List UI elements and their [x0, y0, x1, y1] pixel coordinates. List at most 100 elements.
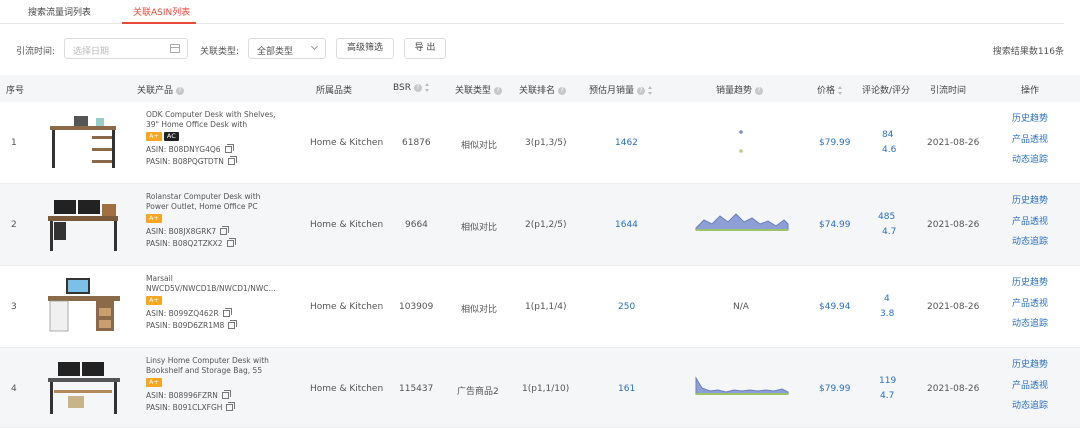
product-info: Linsy Home Computer Desk with Bookshelf …: [146, 356, 281, 412]
sort-icon[interactable]: [424, 83, 430, 92]
col-time-label: 引流时间: [930, 86, 967, 96]
table-row: 4 Linsy Home Computer Desk with Bookshel…: [0, 348, 1080, 428]
dynamic-tracking-link[interactable]: 动态追踪: [1012, 155, 1062, 165]
col-monthly-sales-label: 预估月销量: [589, 86, 635, 96]
product-image[interactable]: [44, 192, 124, 256]
pasin-line: PASIN: B09D6ZR1M8: [146, 320, 281, 330]
category: Home & Kitchen: [310, 384, 384, 394]
referral-time: 2021-08-26: [927, 220, 980, 230]
rel-type: 相似对比: [461, 223, 498, 233]
help-icon[interactable]: ?: [176, 86, 185, 95]
pasin-text: PASIN: B09D6ZR1M8: [146, 321, 225, 330]
col-price[interactable]: 价格: [817, 83, 843, 96]
copy-icon[interactable]: [220, 226, 230, 235]
asin-text: ASIN: B08DNYG4Q6: [146, 145, 221, 154]
product-title[interactable]: Rolanstar Computer Desk with Power Outle…: [146, 192, 278, 212]
table-row: 2 Rolanstar Computer Desk with Power Out…: [0, 184, 1080, 266]
help-icon[interactable]: ?: [755, 86, 764, 95]
row-index: 1: [11, 138, 17, 148]
copy-icon[interactable]: [227, 156, 237, 165]
type-select[interactable]: 全部类型: [248, 38, 326, 59]
copy-icon[interactable]: [228, 320, 238, 329]
dynamic-tracking-link[interactable]: 动态追踪: [1012, 401, 1062, 411]
referral-time: 2021-08-26: [927, 138, 980, 148]
history-trend-link[interactable]: 历史趋势: [1012, 360, 1062, 370]
rel-rank: 1(p1,1/4): [525, 302, 567, 312]
copy-icon[interactable]: [221, 390, 231, 399]
col-actions-label: 操作: [1021, 86, 1040, 96]
asin-line: ASIN: B08996FZRN: [146, 390, 281, 400]
aplus-badge: A+: [146, 214, 162, 223]
date-picker-input[interactable]: 选择日期: [64, 38, 188, 59]
asin-line: ASIN: B08JX8GRK7: [146, 226, 281, 236]
dynamic-tracking-link[interactable]: 动态追踪: [1012, 237, 1062, 247]
product-insight-link[interactable]: 产品透视: [1012, 299, 1062, 309]
history-trend-link[interactable]: 历史趋势: [1012, 278, 1062, 288]
bsr: 61876: [402, 138, 431, 148]
product-image[interactable]: [44, 110, 124, 174]
sort-icon[interactable]: [648, 86, 653, 95]
bsr: 103909: [399, 302, 434, 312]
dynamic-tracking-link[interactable]: 动态追踪: [1012, 319, 1062, 329]
aplus-badge: A+: [146, 132, 162, 141]
pasin-line: PASIN: B08Q2TZKX2: [146, 238, 281, 248]
rel-rank: 2(p1,2/5): [525, 220, 567, 230]
asin-text: ASIN: B08JX8GRK7: [146, 227, 217, 236]
review-count[interactable]: 119: [879, 376, 896, 386]
tab-search-keywords[interactable]: 搜索流量词列表: [28, 5, 91, 18]
asin-text: ASIN: B099ZQ462R: [146, 309, 219, 318]
monthly-sales[interactable]: 250: [618, 302, 635, 312]
help-icon[interactable]: ?: [637, 86, 646, 95]
sales-trend-chart: [695, 376, 789, 395]
help-icon[interactable]: ?: [494, 86, 503, 95]
asin-text: ASIN: B08996FZRN: [146, 391, 218, 400]
badge-group: A+: [146, 214, 281, 224]
product-info: Rolanstar Computer Desk with Power Outle…: [146, 192, 281, 248]
help-icon[interactable]: ?: [558, 86, 567, 95]
product-title[interactable]: Linsy Home Computer Desk with Bookshelf …: [146, 356, 278, 376]
history-trend-link[interactable]: 历史趋势: [1012, 114, 1062, 124]
row-actions: 历史趋势 产品透视 动态追踪: [1012, 360, 1062, 422]
col-category: 所属品类: [316, 83, 352, 96]
chevron-down-icon: [310, 42, 319, 51]
product-title[interactable]: Marsail NWCD5V/NWCD1B/NWCD1/NWC...: [146, 274, 278, 294]
export-button[interactable]: 导 出: [404, 38, 446, 59]
sort-icon[interactable]: [838, 86, 843, 95]
price: $74.99: [819, 220, 851, 230]
product-title[interactable]: ODK Computer Desk with Shelves, 39" Home…: [146, 110, 278, 130]
review-count[interactable]: 4: [884, 294, 890, 304]
rating: 3.8: [880, 309, 895, 319]
row-index: 4: [11, 384, 17, 394]
pasin-line: PASIN: B08PQGTDTN: [146, 156, 281, 166]
copy-icon[interactable]: [226, 402, 236, 411]
review-count[interactable]: 485: [878, 212, 895, 222]
product-image[interactable]: [44, 356, 124, 420]
help-icon[interactable]: ?: [413, 83, 422, 92]
product-insight-link[interactable]: 产品透视: [1012, 217, 1062, 227]
monthly-sales[interactable]: 161: [618, 384, 635, 394]
copy-icon[interactable]: [226, 238, 236, 247]
bsr: 9664: [405, 220, 428, 230]
rating: 4.6: [882, 145, 897, 155]
tab-related-asin[interactable]: 关联ASIN列表: [133, 5, 190, 18]
referral-time: 2021-08-26: [927, 302, 980, 312]
history-trend-link[interactable]: 历史趋势: [1012, 196, 1062, 206]
rating: 4.7: [882, 227, 897, 237]
product-image[interactable]: [44, 274, 124, 338]
asin-line: ASIN: B099ZQ462R: [146, 308, 281, 318]
copy-icon[interactable]: [222, 308, 232, 317]
monthly-sales[interactable]: 1462: [615, 138, 638, 148]
col-sales-trend-label: 销量趋势: [716, 86, 753, 96]
product-insight-link[interactable]: 产品透视: [1012, 135, 1062, 145]
col-monthly-sales[interactable]: 预估月销量?: [589, 83, 653, 96]
badge-group: A+ AC: [146, 132, 281, 142]
review-count[interactable]: 84: [882, 130, 893, 140]
advanced-filter-button[interactable]: 高级筛选: [336, 38, 394, 59]
product-insight-link[interactable]: 产品透视: [1012, 381, 1062, 391]
filter-bar: 引流时间: 选择日期 关联类型: 全部类型 高级筛选 导 出 搜索结果数116条: [0, 36, 1080, 62]
date-placeholder: 选择日期: [73, 47, 110, 57]
monthly-sales[interactable]: 1644: [615, 220, 638, 230]
rel-type: 广告商品2: [457, 387, 499, 397]
col-bsr[interactable]: BSR?: [393, 83, 430, 93]
copy-icon[interactable]: [224, 144, 234, 153]
